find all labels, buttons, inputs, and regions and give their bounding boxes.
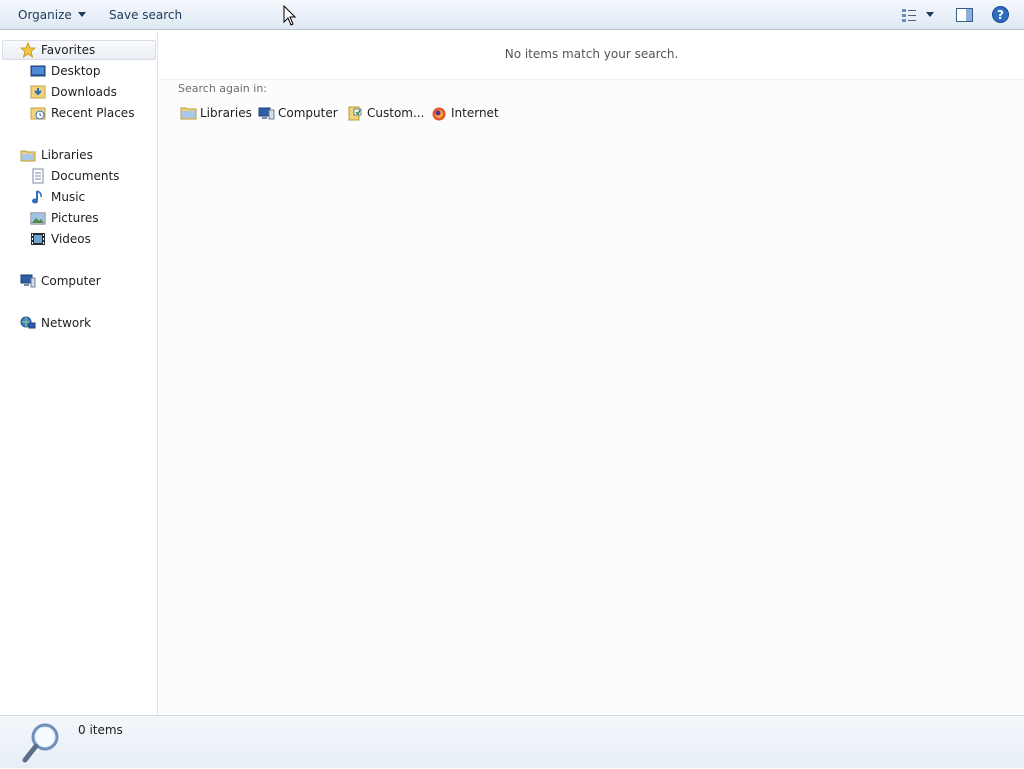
location-label: Libraries (200, 106, 252, 120)
views-dropdown-icon[interactable] (926, 12, 934, 17)
nav-computer-label: Computer (41, 274, 101, 288)
organize-label: Organize (18, 8, 72, 22)
libraries-icon (20, 147, 36, 163)
nav-item-label: Music (51, 190, 86, 204)
save-search-button[interactable]: Save search (109, 6, 182, 24)
nav-favorites-label: Favorites (41, 43, 96, 57)
nav-item-label: Pictures (51, 211, 99, 225)
chevron-down-icon (77, 12, 86, 17)
nav-item-label: Recent Places (51, 106, 135, 120)
internet-icon (431, 105, 448, 121)
help-icon[interactable]: ? (992, 6, 1009, 26)
content-pane: No items match your search. Search again… (159, 31, 1024, 715)
custom-folder-icon (347, 105, 364, 121)
videos-icon (30, 231, 46, 247)
search-magnifier-icon (20, 720, 64, 769)
preview-pane-icon[interactable] (956, 7, 973, 26)
search-again-label: Search again in: (178, 82, 268, 95)
navigation-pane: Favorites Desktop Downloads Recent Place… (0, 31, 158, 715)
pictures-icon (30, 210, 46, 226)
nav-network-label: Network (41, 316, 92, 330)
details-pane: 0 items (0, 715, 1024, 768)
command-bar: Organize Save search ? (0, 0, 1024, 30)
computer-icon (258, 105, 275, 121)
view-details-icon[interactable] (901, 7, 917, 26)
desktop-icon (30, 63, 46, 79)
svg-text:?: ? (997, 8, 1004, 22)
mouse-cursor-icon (283, 4, 297, 30)
recent-places-icon (30, 105, 46, 121)
libraries-icon (180, 105, 197, 121)
location-label: Computer (278, 106, 338, 120)
nav-item-label: Videos (51, 232, 91, 246)
organize-button[interactable]: Organize (18, 6, 86, 24)
nav-item-label: Documents (51, 169, 120, 183)
music-icon (30, 189, 46, 205)
downloads-icon (30, 84, 46, 100)
star-icon (19, 41, 37, 58)
location-label: Custom... (367, 106, 425, 120)
location-label: Internet (451, 106, 499, 120)
empty-results-message: No items match your search. (159, 31, 1024, 80)
nav-libraries-label: Libraries (41, 148, 93, 162)
nav-item-label: Downloads (51, 85, 117, 99)
nav-item-label: Desktop (51, 64, 101, 78)
save-search-label: Save search (109, 8, 183, 22)
item-count: 0 items (78, 723, 123, 737)
network-icon (20, 315, 36, 331)
documents-icon (30, 168, 46, 184)
computer-icon (20, 273, 36, 289)
